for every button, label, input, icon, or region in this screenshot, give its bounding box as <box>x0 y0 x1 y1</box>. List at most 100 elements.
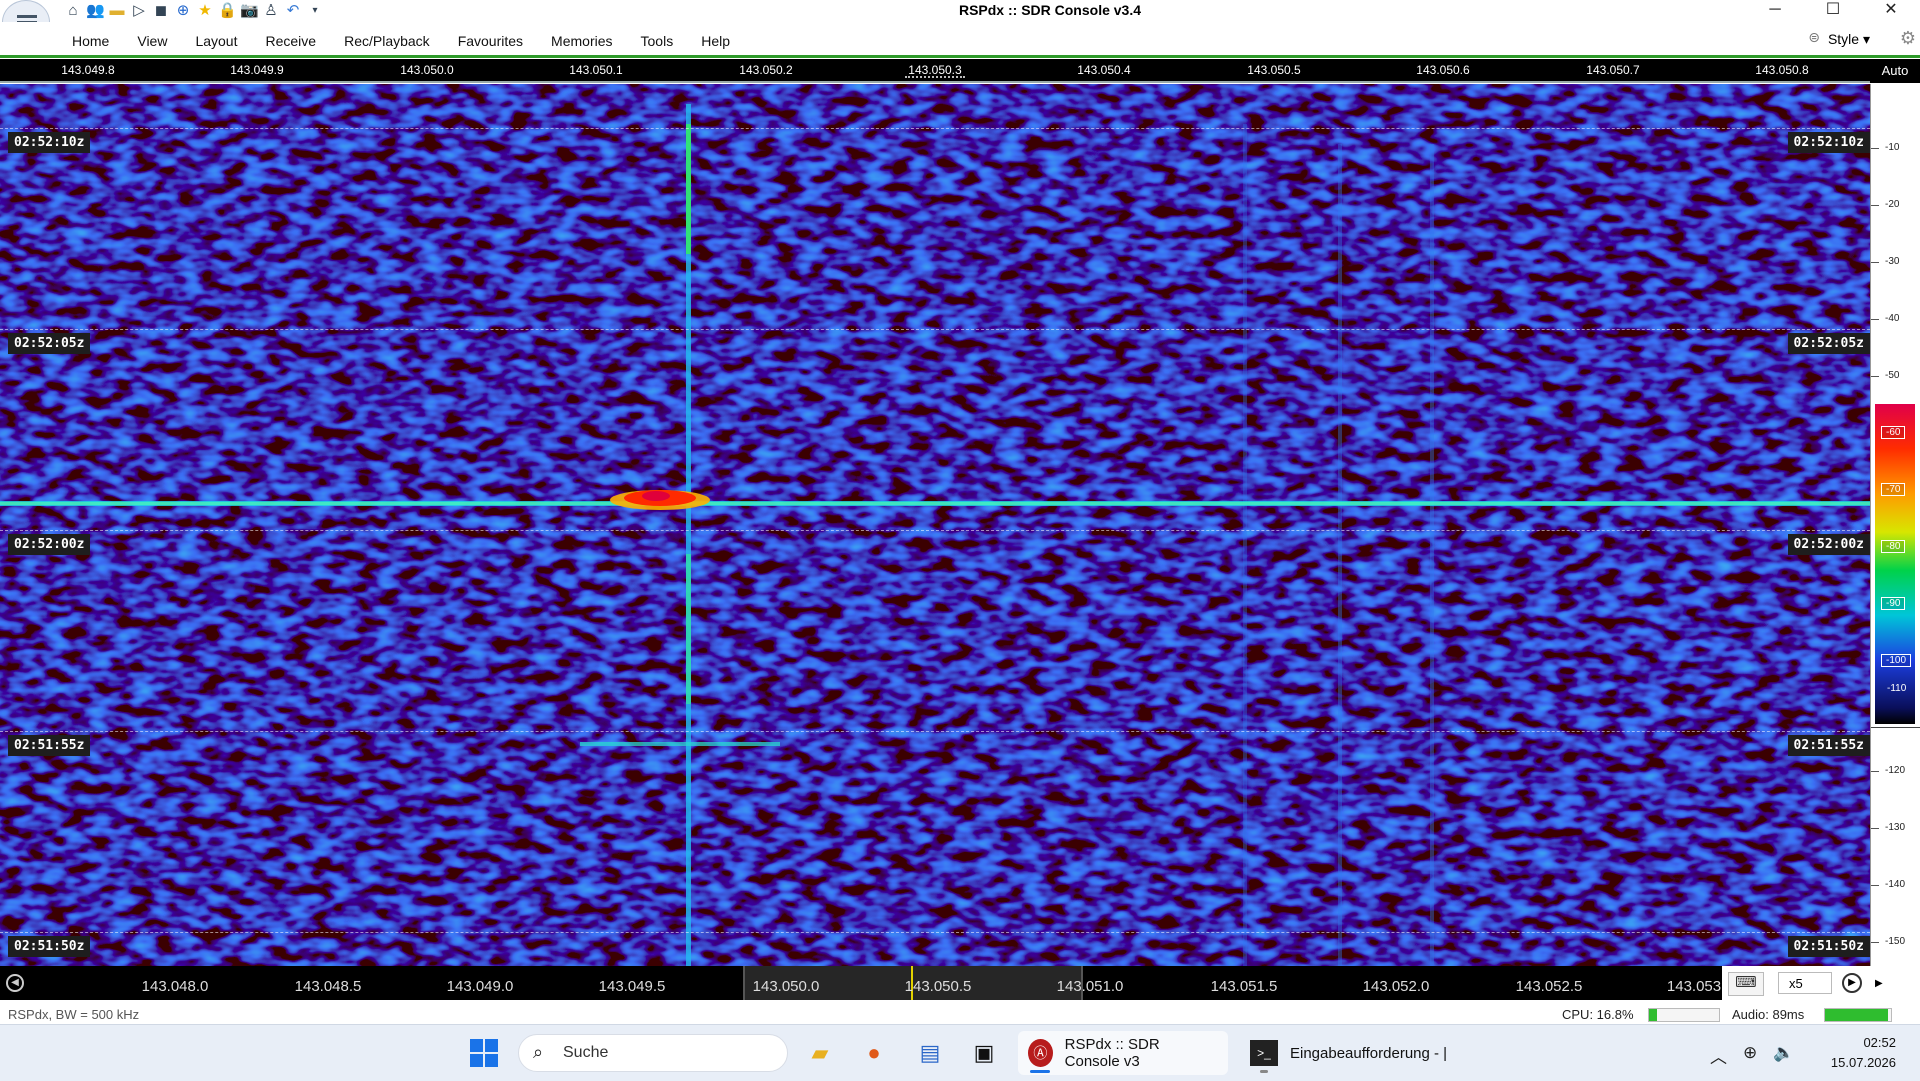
notepad-icon[interactable]: ▤ <box>914 1037 946 1069</box>
frequency-tick: 143.051.0 <box>1056 978 1124 995</box>
network-icon[interactable]: ⊕ <box>1743 1043 1757 1068</box>
audio-meter-fill <box>1825 1009 1888 1021</box>
time-label: 02:51:50z <box>1787 936 1870 957</box>
terminal-app-icon[interactable]: ▣ <box>968 1037 1000 1069</box>
scale-tools: ⌨ x5 ▶ ▶ <box>1722 966 1920 1000</box>
db-tickmark <box>1871 828 1879 829</box>
db-tick: -120 <box>1885 765 1906 776</box>
tab-layout[interactable]: Layout <box>181 33 251 49</box>
top-scale-tick: 143.050.3 <box>908 63 962 77</box>
time-label: 02:52:05z <box>1787 333 1870 354</box>
colorbar-label: -80 <box>1881 540 1906 553</box>
frequency-tick: 143.050.0 <box>752 978 820 995</box>
volume-icon[interactable]: 🔈 <box>1773 1043 1794 1068</box>
colorbar-label: -90 <box>1881 597 1906 610</box>
cpu-meter <box>1648 1008 1720 1022</box>
file-explorer-icon[interactable]: ▰ <box>804 1037 836 1069</box>
cpu-meter-fill <box>1649 1009 1658 1021</box>
chevron-up-icon[interactable]: ︿ <box>1710 1043 1727 1068</box>
top-scale-tick: 143.049.9 <box>230 63 284 77</box>
time-label: 02:52:00z <box>8 534 91 555</box>
top-scale-tick: 143.050.2 <box>739 63 793 77</box>
db-tickmark <box>1871 942 1879 943</box>
top-scale-tick: 143.049.8 <box>61 63 115 77</box>
db-tick: -150 <box>1885 936 1906 947</box>
auto-button[interactable]: Auto <box>1870 59 1920 83</box>
db-tick: -30 <box>1885 256 1900 267</box>
gear-icon[interactable]: ⚙ <box>1900 28 1916 49</box>
taskbar-app-label: Eingabeaufforderung - | <box>1290 1044 1448 1062</box>
tab-home[interactable]: Home <box>58 33 123 49</box>
top-scale-tick: 143.050.0 <box>400 63 454 77</box>
time-label: 02:52:10z <box>1787 132 1870 153</box>
top-scale-tick: 143.050.1 <box>569 63 623 77</box>
top-frequency-scale[interactable]: 143.049.8 143.049.9 143.050.0 143.050.1 … <box>0 59 1870 83</box>
style-label: Style <box>1827 31 1860 47</box>
terminal-icon: >_ <box>1250 1040 1278 1066</box>
system-tray: ︿ ⊕ 🔈 <box>1710 1043 1794 1068</box>
colorbar-label: -70 <box>1881 483 1906 496</box>
scroll-right-icon[interactable]: ▶ <box>1842 973 1862 993</box>
zoom-select[interactable]: x5 ▶ <box>1778 972 1883 994</box>
waterfall-display[interactable]: 02:52:10z 02:52:10z 02:52:05z 02:52:05z … <box>0 84 1870 966</box>
colorbar-label: -60 <box>1881 426 1906 439</box>
top-scale-tick: 143.050.4 <box>1077 63 1131 77</box>
tab-receive[interactable]: Receive <box>252 33 331 49</box>
db-divider <box>1871 727 1920 728</box>
system-clock[interactable]: 02:52 15.07.2026 <box>1820 1033 1896 1073</box>
minimize-icon[interactable]: ─ <box>1746 0 1804 22</box>
db-scale[interactable]: -60 -70 -80 -90 -100 -10 -20 -30 -40 -50… <box>1870 84 1920 966</box>
top-scale-tick: 143.050.5 <box>1247 63 1301 77</box>
menu-bar: Home View Layout Receive Rec/Playback Fa… <box>0 22 1920 58</box>
close-icon[interactable]: ✕ <box>1862 0 1920 22</box>
top-scale-tick: 143.050.8 <box>1755 63 1809 77</box>
taskbar-app-sdr-console[interactable]: Ⓐ RSPdx :: SDR Console v3 <box>1018 1031 1228 1075</box>
db-tickmark <box>1871 319 1879 320</box>
tab-help[interactable]: Help <box>687 33 744 49</box>
taskbar-search[interactable]: ⌕ Suche <box>518 1034 788 1072</box>
db-tick: -20 <box>1885 199 1900 210</box>
color-palette-bar[interactable]: -60 -70 -80 -90 -100 <box>1875 404 1915 724</box>
db-tickmark <box>1871 376 1879 377</box>
time-label: 02:51:55z <box>8 735 91 756</box>
keyboard-icon[interactable]: ⌨ <box>1728 972 1764 996</box>
db-tick: -130 <box>1885 822 1906 833</box>
frequency-axis[interactable]: 143.048.0 143.048.5 143.049.0 143.049.5 … <box>34 966 1722 1000</box>
status-bar: RSPdx, BW = 500 kHz CPU: 16.8% Audio: 89… <box>0 1000 1920 1024</box>
tab-view[interactable]: View <box>123 33 181 49</box>
frequency-tick: 143.053 <box>1666 978 1722 995</box>
title-bar: ⌂ 👥 ▬ ▷ ◼ ⊕ ★ 🔒 📷 ♙ ↶ ▾ RSPdx :: SDR Con… <box>0 0 1920 44</box>
clock-date: 15.07.2026 <box>1830 1055 1896 1070</box>
time-gridline <box>0 128 1870 129</box>
taskbar-app-label: RSPdx :: SDR Console v3 <box>1064 1036 1160 1070</box>
time-label: 02:51:55z <box>1787 735 1870 756</box>
windows-start-icon[interactable] <box>470 1039 498 1067</box>
tab-favourites[interactable]: Favourites <box>444 33 537 49</box>
frequency-tick: 143.052.0 <box>1362 978 1430 995</box>
db-tickmark <box>1871 205 1879 206</box>
center-marker <box>905 76 965 78</box>
running-indicator <box>1260 1070 1268 1073</box>
frequency-tick: 143.048.0 <box>141 978 209 995</box>
frequency-tick: 143.049.5 <box>598 978 666 995</box>
time-gridline <box>0 932 1870 933</box>
cpu-usage: CPU: 16.8% <box>1562 1007 1634 1022</box>
tab-rec-playback[interactable]: Rec/Playback <box>330 33 444 49</box>
frequency-tick: 143.050.5 <box>904 978 972 995</box>
time-label: 02:52:05z <box>8 333 91 354</box>
ribbon-tabs: Home View Layout Receive Rec/Playback Fa… <box>58 33 744 49</box>
lock-icon[interactable]: ⊜ <box>1808 29 1820 46</box>
taskbar-app-command-prompt[interactable]: >_ Eingabeaufforderung - | <box>1240 1031 1470 1075</box>
frequency-tick: 143.048.5 <box>294 978 362 995</box>
tab-memories[interactable]: Memories <box>537 33 626 49</box>
db-tickmark <box>1871 148 1879 149</box>
firefox-icon[interactable]: ● <box>858 1037 890 1069</box>
db-tick: -110 <box>1887 683 1907 694</box>
search-placeholder: Suche <box>563 1044 609 1061</box>
scroll-left-icon[interactable]: ◀ <box>6 974 24 992</box>
style-menu[interactable]: Style ▾ <box>1828 31 1870 48</box>
window-controls: ─ ☐ ✕ <box>1746 0 1920 22</box>
tab-tools[interactable]: Tools <box>627 33 688 49</box>
maximize-icon[interactable]: ☐ <box>1804 0 1862 22</box>
time-label: 02:52:10z <box>8 132 91 153</box>
